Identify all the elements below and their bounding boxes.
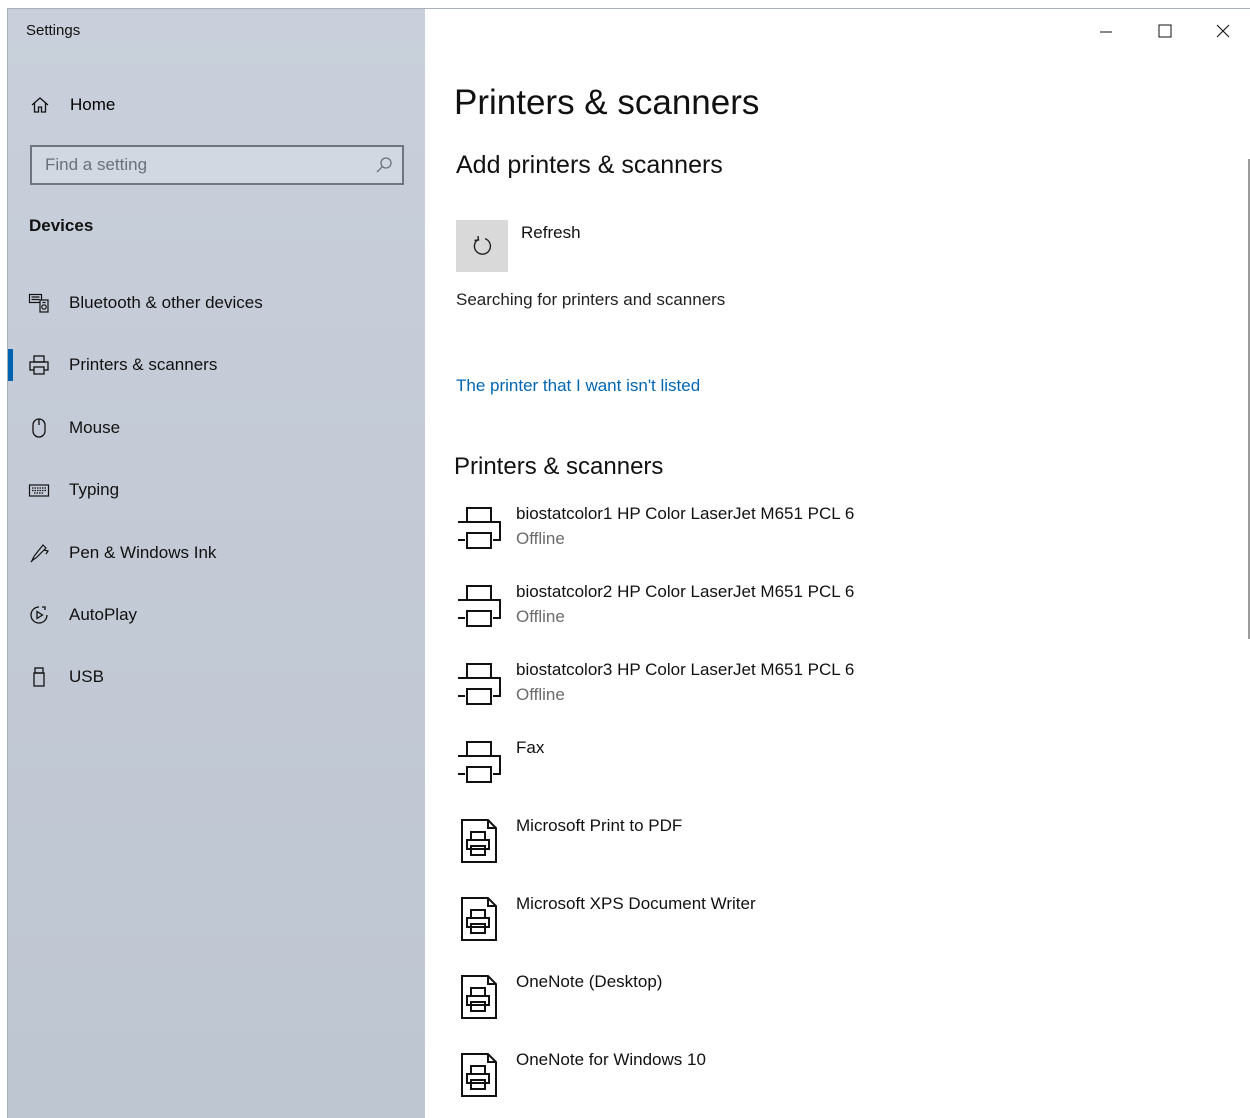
printer-status: Offline — [516, 685, 565, 704]
printer-not-listed-link[interactable]: The printer that I want isn't listed — [456, 376, 700, 396]
sidebar-item-label: Typing — [69, 480, 120, 499]
printer-icon — [454, 660, 504, 710]
autoplay-icon — [28, 604, 50, 626]
printer-name: biostatcolor1 HP Color LaserJet M651 PCL… — [516, 504, 855, 523]
printer-list-item[interactable]: Microsoft XPS Document Writer — [454, 894, 1214, 958]
printer-status: Offline — [516, 529, 565, 548]
document-printer-icon — [454, 972, 504, 1022]
sidebar-item-label: Printers & scanners — [69, 355, 218, 374]
sidebar-item-label: Bluetooth & other devices — [69, 293, 263, 312]
usb-icon — [28, 666, 50, 688]
search-icon[interactable] — [375, 156, 393, 174]
keyboard-icon — [28, 479, 50, 501]
page-title: Printers & scanners — [454, 83, 760, 122]
sidebar-item-autoplay[interactable]: AutoPlay — [8, 593, 425, 637]
printer-icon — [28, 354, 50, 376]
search-status: Searching for printers and scanners — [456, 290, 726, 309]
search-input[interactable] — [32, 147, 362, 183]
section-title: Devices — [29, 216, 94, 235]
printer-name: Fax — [516, 738, 545, 757]
printer-icon — [454, 582, 504, 632]
sidebar-item-label: AutoPlay — [69, 605, 138, 624]
printer-list-item[interactable]: biostatcolor1 HP Color LaserJet M651 PCL… — [454, 504, 1214, 568]
printers-list-title: Printers & scanners — [454, 453, 664, 480]
printer-list-item[interactable]: OneNote for Windows 10 — [454, 1050, 1214, 1114]
pen-icon — [28, 542, 50, 564]
printer-name: biostatcolor2 HP Color LaserJet M651 PCL… — [516, 582, 855, 601]
bluetooth-devices-icon — [28, 292, 50, 314]
sidebar-item-usb[interactable]: USB — [8, 655, 425, 699]
search-box[interactable] — [30, 145, 404, 185]
sidebar-item-label: Mouse — [69, 418, 121, 437]
printer-name: biostatcolor3 HP Color LaserJet M651 PCL… — [516, 660, 855, 679]
printer-status: Offline — [516, 607, 565, 626]
document-printer-icon — [454, 816, 504, 866]
sidebar-item-label: USB — [69, 667, 104, 686]
printer-name: OneNote (Desktop) — [516, 972, 663, 991]
printer-name: OneNote for Windows 10 — [516, 1050, 706, 1069]
add-section-title: Add printers & scanners — [456, 151, 723, 179]
sidebar-item-pen[interactable]: Pen & Windows Ink — [8, 531, 425, 575]
main-content: Printers & scanners Add printers & scann… — [425, 9, 1250, 1118]
home-nav-item[interactable]: Home — [8, 87, 425, 123]
sidebar-item-label: Pen & Windows Ink — [69, 543, 217, 562]
printer-list-item[interactable]: biostatcolor2 HP Color LaserJet M651 PCL… — [454, 582, 1214, 646]
printer-icon — [454, 504, 504, 554]
home-label: Home — [70, 95, 116, 114]
sidebar-item-mouse[interactable]: Mouse — [8, 406, 425, 450]
sidebar-item-bluetooth[interactable]: Bluetooth & other devices — [8, 281, 425, 325]
printer-name: Microsoft XPS Document Writer — [516, 894, 756, 913]
document-printer-icon — [454, 1050, 504, 1100]
refresh-icon — [473, 235, 492, 255]
printer-list-item[interactable]: OneNote (Desktop) — [454, 972, 1214, 1036]
mouse-icon — [28, 417, 50, 439]
printer-name: Microsoft Print to PDF — [516, 816, 683, 835]
refresh-label[interactable]: Refresh — [521, 223, 581, 243]
home-icon — [30, 95, 50, 115]
active-indicator — [8, 349, 13, 381]
app-title: Settings — [26, 22, 81, 39]
printer-list-item[interactable]: Fax — [454, 738, 1214, 802]
sidebar: Settings Home Devices — [8, 9, 425, 1118]
sidebar-item-printers[interactable]: Printers & scanners — [8, 343, 425, 387]
settings-window: Settings Home Devices — [7, 8, 1250, 1118]
printer-list-item[interactable]: Microsoft Print to PDF — [454, 816, 1214, 880]
printer-icon — [454, 738, 504, 788]
printer-list-item[interactable]: biostatcolor3 HP Color LaserJet M651 PCL… — [454, 660, 1214, 724]
refresh-button[interactable] — [456, 220, 508, 272]
sidebar-item-typing[interactable]: Typing — [8, 468, 425, 512]
document-printer-icon — [454, 894, 504, 944]
